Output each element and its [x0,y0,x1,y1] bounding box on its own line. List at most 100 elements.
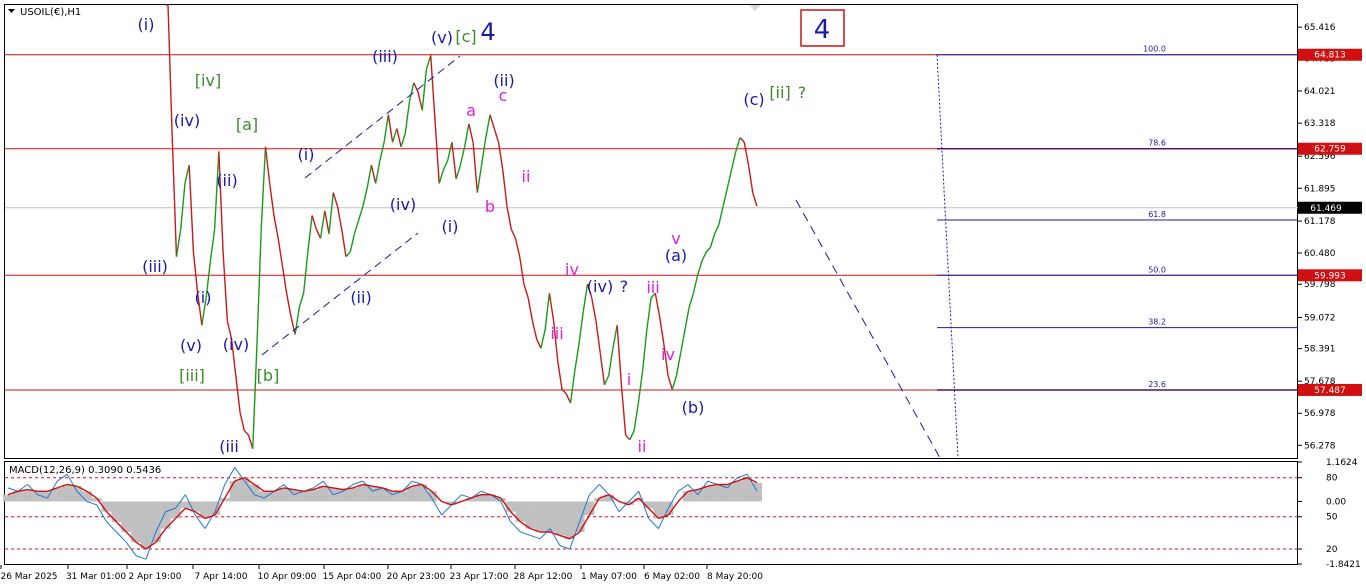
x-tick-label: 28 Apr 12:00 [514,572,573,582]
wave-label: (i) [442,217,459,236]
wave-label: (iv) [223,335,249,354]
y-tick-label: 61.178 [1304,217,1336,227]
x-tick-label: 15 Apr 04:00 [323,572,382,582]
y-tick-label: 60.480 [1304,249,1336,259]
y-tick-label: 64.021 [1304,87,1336,97]
macd-title: MACD(12,26,9) 0.3090 0.5436 [9,465,161,476]
wave-label: i [627,370,631,389]
macd-histogram-bar [229,481,240,502]
wave-label: (ii) [350,288,371,307]
wave-label: iii [646,278,659,297]
wave-label: ii [638,437,647,456]
macd-histogram-bar [308,489,319,502]
wave-label: (b) [682,398,705,417]
macd-y-tick-label: 80 [1326,474,1338,484]
macd-histogram-bar [357,484,368,502]
wave-label: iii [550,324,563,343]
wave-label: [ii] [769,83,790,102]
macd-histogram-bar [278,487,289,502]
macd-histogram-bar [702,486,713,502]
x-tick-label: 10 Apr 09:00 [258,572,317,582]
macd-histogram-bar [535,501,546,533]
wave-label: (iii) [142,257,168,276]
x-tick-label: 2 Apr 19:00 [129,572,182,582]
macd-histogram-bar [150,501,161,543]
macd-histogram-bar [3,494,13,502]
macd-histogram-bar [81,491,92,502]
wave-label: a [466,101,476,120]
level-label: 64.813 [1314,51,1346,61]
macd-histogram-bar [22,489,33,502]
x-tick-label: 1 May 07:00 [581,572,637,582]
wave-label: v [671,229,680,248]
wave-label: ? [798,83,807,102]
wave-label: (i) [298,145,315,164]
wave-label: 4 [480,18,495,46]
macd-histogram-bar [712,484,723,502]
x-tick-label: 31 Mar 01:00 [66,572,126,582]
macd-histogram-bar [318,486,329,502]
wave-label: (ii) [216,171,237,190]
x-tick-label: 23 Apr 17:00 [450,572,509,582]
wave-label: (i) [195,288,212,307]
wave-label: [a] [236,115,258,134]
wave-label: ? [620,277,629,296]
macd-histogram-bar [62,484,73,502]
y-tick-label: 65.416 [1304,23,1336,33]
y-tick-label: 59.798 [1304,280,1336,290]
y-tick-label: 63.318 [1304,119,1336,129]
chart-canvas: USOIL(€),H1 65.41664.73564.02163.31862.5… [0,4,1362,582]
wave-label: (c) [743,90,764,109]
macd-histogram-bar [574,501,585,533]
wave-label: (iv) [174,111,200,130]
macd-histogram-bar [564,501,575,539]
wave-label: [iii] [179,366,205,385]
macd-y-tick-label: 0.00 [1326,497,1346,507]
y-tick-label: 56.978 [1304,409,1336,419]
fib-level-label: 23.6 [1148,380,1166,389]
macd-histogram-bar [732,481,743,502]
wave-label: [iv] [195,71,221,90]
macd-y-tick-label: 1.1624 [1326,458,1358,468]
macd-y-tick-label: 20 [1326,545,1338,555]
macd-histogram-bar [545,501,556,533]
macd-y-tick-label: 50 [1326,513,1338,523]
wave-label: iv [661,345,675,364]
macd-histogram-bar [347,487,358,502]
macd-histogram-bar [131,501,142,543]
y-tick-label: 59.072 [1304,313,1336,323]
current-price-label: 61.469 [1310,204,1342,214]
y-tick-label: 58.391 [1304,345,1336,355]
wave-label: (iii [219,437,239,456]
symbol-label: USOIL(€),H1 [20,7,81,18]
wave-label: (v) [431,28,453,47]
macd-y-tick-label: -1.8421 [1326,560,1361,570]
macd-histogram-bar [52,487,63,502]
y-tick-label: 56.278 [1304,441,1336,451]
macd-histogram-bar [554,501,565,536]
wave-label: (a) [665,246,687,265]
wave-label: c [499,86,508,105]
macd-histogram-bar [683,491,694,502]
level-label: 62.759 [1314,145,1346,155]
fib-level-label: 61.8 [1148,210,1166,219]
fib-level-label: 50.0 [1148,265,1166,274]
wave-label: (iii) [372,47,398,66]
wave-label: (v) [180,336,202,355]
fib-level-label: 78.6 [1148,139,1166,148]
wave-label: (iv) [390,195,416,214]
macd-histogram-bar [367,486,378,502]
y-tick-label: 61.895 [1304,184,1336,194]
level-label: 57.487 [1314,386,1346,396]
wave-label: [b] [257,366,280,385]
wave-label: (iv) [587,277,613,296]
wave-label: ii [522,167,531,186]
x-tick-label: 6 May 02:00 [644,572,700,582]
macd-histogram-bar [525,501,536,529]
wave-label: [c] [455,27,476,46]
x-tick-label: 26 Mar 2025 [0,572,57,582]
fib-level-label: 38.2 [1148,318,1166,327]
wave-label: (i) [138,15,155,34]
x-tick-label: 20 Apr 23:00 [387,572,446,582]
macd-histogram-bar [140,501,151,549]
